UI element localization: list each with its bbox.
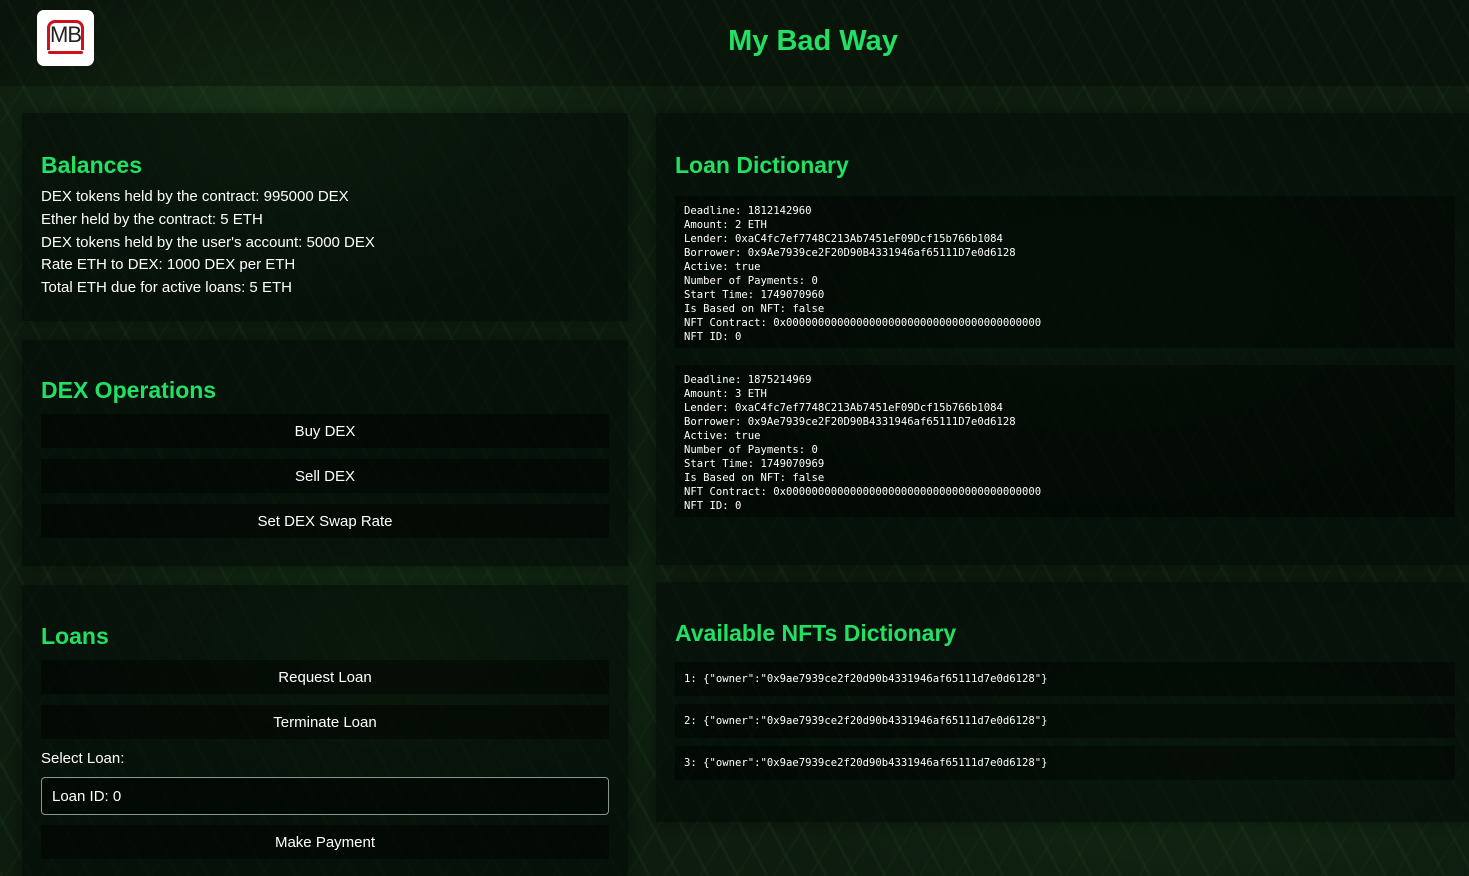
balance-user-dex: DEX tokens held by the user's account: 5… <box>41 234 375 251</box>
terminate-loan-button[interactable]: Terminate Loan <box>41 705 609 739</box>
loan-0-payments: Number of Payments: 0 <box>684 275 818 287</box>
loan-1-deadline: Deadline: 1875214969 <box>684 374 812 386</box>
loan-0-nft-id: NFT ID: 0 <box>684 331 742 343</box>
set-dex-swap-rate-button[interactable]: Set DEX Swap Rate <box>41 504 609 538</box>
loan-1-nft-based: Is Based on NFT: false <box>684 472 825 484</box>
balance-contract-eth: Ether held by the contract: 5 ETH <box>41 211 263 228</box>
dex-operations-card: DEX Operations Buy DEX Sell DEX Set DEX … <box>22 340 628 566</box>
nft-entry-text: 3: {"owner":"0x9ae7939ce2f20d90b4331946a… <box>684 757 1048 769</box>
loan-0-nft-contract: NFT Contract: 0x000000000000000000000000… <box>684 317 1042 329</box>
loan-1-start-time: Start Time: 1749070969 <box>684 458 825 470</box>
dex-operations-title: DEX Operations <box>41 377 217 403</box>
select-loan-label: Select Loan: <box>41 750 125 767</box>
rate-eth-dex: Rate ETH to DEX: 1000 DEX per ETH <box>41 256 296 273</box>
nft-entry: 3: {"owner":"0x9ae7939ce2f20d90b4331946a… <box>675 746 1455 780</box>
loan-1-amount: Amount: 3 ETH <box>684 388 767 400</box>
loan-0-lender: Lender: 0xaC4fc7ef7748C213Ab7451eF09Dcf1… <box>684 233 1003 245</box>
loan-0-borrower: Borrower: 0x9Ae7939ce2F20D90B4331946af65… <box>684 247 1016 259</box>
total-eth-due: Total ETH due for active loans: 5 ETH <box>41 279 292 296</box>
header-bar: MB My Bad Way <box>0 0 1469 86</box>
loan-1-lender: Lender: 0xaC4fc7ef7748C213Ab7451eF09Dcf1… <box>684 402 1003 414</box>
loan-1-active: Active: true <box>684 430 761 442</box>
loan-entry: Deadline: 1875214969 Amount: 3 ETH Lende… <box>675 365 1455 517</box>
sell-dex-button[interactable]: Sell DEX <box>41 459 609 493</box>
nft-entry-text: 2: {"owner":"0x9ae7939ce2f20d90b4331946a… <box>684 715 1048 727</box>
loan-1-nft-contract: NFT Contract: 0x000000000000000000000000… <box>684 486 1042 498</box>
nft-entry: 1: {"owner":"0x9ae7939ce2f20d90b4331946a… <box>675 662 1455 696</box>
loans-card: Loans Request Loan Terminate Loan Select… <box>22 585 628 876</box>
nft-entry-text: 1: {"owner":"0x9ae7939ce2f20d90b4331946a… <box>684 673 1048 685</box>
loan-0-deadline: Deadline: 1812142960 <box>684 205 812 217</box>
nft-dictionary-title: Available NFTs Dictionary <box>675 620 957 646</box>
loan-dictionary-title: Loan Dictionary <box>675 152 849 178</box>
loan-entry: Deadline: 1812142960 Amount: 2 ETH Lende… <box>675 196 1455 348</box>
nft-entry: 2: {"owner":"0x9ae7939ce2f20d90b4331946a… <box>675 704 1455 738</box>
loan-0-start-time: Start Time: 1749070960 <box>684 289 825 301</box>
loan-0-nft-based: Is Based on NFT: false <box>684 303 825 315</box>
loan-id-select-value: Loan ID: 0 <box>52 787 122 805</box>
loan-dictionary-card: Loan Dictionary Deadline: 1812142960 Amo… <box>656 113 1469 565</box>
loan-1-payments: Number of Payments: 0 <box>684 444 818 456</box>
loan-1-borrower: Borrower: 0x9Ae7939ce2F20D90B4331946af65… <box>684 416 1016 428</box>
loan-1-nft-id: NFT ID: 0 <box>684 500 742 512</box>
balance-contract-dex: DEX tokens held by the contract: 995000 … <box>41 188 349 205</box>
balances-title: Balances <box>41 152 143 178</box>
balances-card: Balances DEX tokens held by the contract… <box>22 113 628 321</box>
page-title: My Bad Way <box>728 25 898 57</box>
nft-dictionary-card: Available NFTs Dictionary 1: {"owner":"0… <box>656 582 1469 822</box>
loans-title: Loans <box>41 623 109 649</box>
loan-0-amount: Amount: 2 ETH <box>684 219 767 231</box>
buy-dex-button[interactable]: Buy DEX <box>41 414 609 448</box>
request-loan-button[interactable]: Request Loan <box>41 660 609 694</box>
loan-id-select[interactable]: Loan ID: 0 <box>41 777 609 815</box>
loan-0-active: Active: true <box>684 261 761 273</box>
make-payment-button[interactable]: Make Payment <box>41 825 609 859</box>
